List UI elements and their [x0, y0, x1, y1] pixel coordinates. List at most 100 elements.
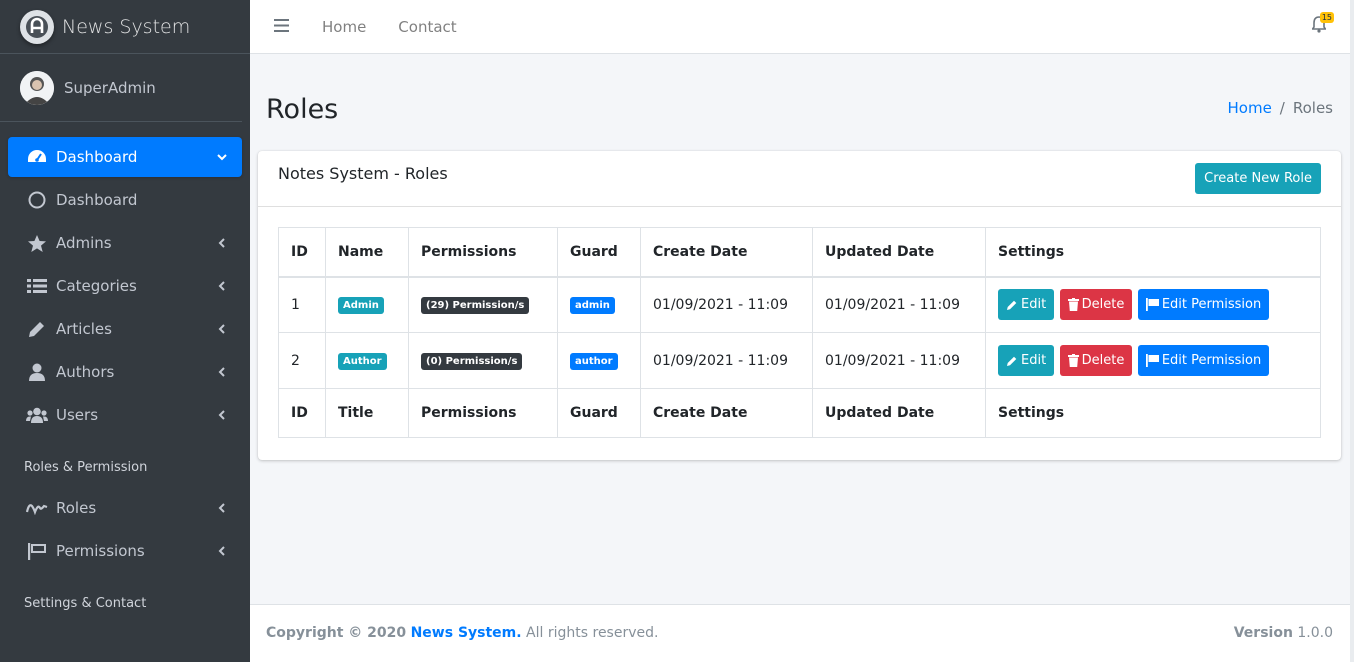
user-name: SuperAdmin: [64, 78, 156, 97]
topnav-contact-link[interactable]: Contact: [398, 18, 456, 36]
sidebar-item-label: Authors: [56, 363, 115, 381]
cell-id: 1: [278, 276, 326, 333]
topbar: Home Contact 15: [250, 0, 1354, 54]
chevron-down-icon: [216, 149, 228, 167]
create-new-role-button[interactable]: Create New Role: [1195, 163, 1321, 194]
flag-icon: [26, 540, 48, 562]
edit-permission-button-label: Edit Permission: [1161, 353, 1262, 368]
card-header: Notes System - Roles Create New Role: [258, 151, 1341, 207]
hamburger-menu-icon[interactable]: [274, 18, 290, 36]
cell-name: Author: [325, 332, 409, 389]
users-icon: [26, 404, 48, 426]
avatar: [20, 70, 54, 105]
guard-badge: admin: [570, 296, 615, 314]
table-row: 1 Admin (29) Permission/s admin 01/09/20…: [278, 276, 1321, 333]
sidebar: News System SuperAdmin Dashboard Dashboa…: [0, 0, 250, 662]
permissions-count-badge[interactable]: (29) Permission/s: [421, 296, 530, 314]
edit-permission-button[interactable]: Edit Permission: [1137, 289, 1270, 321]
sidebar-item-categories[interactable]: Categories: [8, 266, 242, 306]
edit-permission-button-label: Edit Permission: [1161, 297, 1262, 313]
trash-icon: [1067, 298, 1079, 312]
breadcrumb-current: Roles: [1292, 99, 1333, 117]
table-row: 2 Author (0) Permission/s author 01/09/2…: [278, 332, 1321, 389]
chevron-left-icon: [216, 500, 228, 518]
breadcrumb-home-link[interactable]: Home: [1228, 99, 1272, 117]
table-footer-row: ID Title Permissions Guard Create Date U…: [278, 388, 1321, 438]
column-footer: ID: [278, 388, 326, 438]
chevron-left-icon: [216, 543, 228, 561]
column-header: Settings: [985, 227, 1321, 278]
version-label: Version: [1233, 625, 1293, 641]
main-footer: Copyright © 2020 News System. All rights…: [250, 604, 1354, 662]
sidebar-item-permissions[interactable]: Permissions: [8, 531, 242, 571]
pencil-icon: [1007, 356, 1017, 366]
cell-name: Admin: [325, 276, 409, 333]
sidebar-item-users[interactable]: Users: [8, 395, 242, 435]
sidebar-item-admins[interactable]: Admins: [8, 223, 242, 263]
delete-button-label: Delete: [1081, 353, 1125, 368]
column-footer: Create Date: [640, 388, 813, 438]
chevron-left-icon: [216, 364, 228, 382]
version-info: Version 1.0.0: [1234, 625, 1333, 641]
chevron-left-icon: [216, 321, 228, 339]
brand-link[interactable]: News System: [0, 0, 250, 54]
column-footer: Guard: [557, 388, 641, 438]
guard-badge: author: [570, 352, 618, 370]
brand-name: News System: [62, 15, 191, 38]
column-header: ID: [278, 227, 326, 278]
permissions-count-badge[interactable]: (0) Permission/s: [421, 352, 523, 370]
pencil-icon: [1007, 300, 1017, 310]
page-scrollbar[interactable]: [1350, 0, 1354, 662]
roles-table: ID Name Permissions Guard Create Date Up…: [278, 227, 1321, 438]
edit-button[interactable]: Edit: [998, 345, 1055, 376]
column-footer: Title: [325, 388, 409, 438]
star-icon: [26, 232, 48, 254]
notifications-button[interactable]: 15: [1310, 12, 1334, 37]
cell-permissions: (29) Permission/s: [408, 276, 558, 333]
sidebar-item-label: Users: [56, 406, 99, 424]
cell-updated: 01/09/2021 - 11:09: [812, 332, 986, 389]
list-icon: [26, 275, 48, 297]
card-title: Notes System - Roles: [278, 164, 448, 183]
pencil-icon: [26, 318, 48, 340]
role-name-badge: Author: [338, 352, 387, 370]
edit-button[interactable]: Edit: [998, 289, 1055, 321]
column-footer: Updated Date: [812, 388, 986, 438]
edit-permission-button[interactable]: Edit Permission: [1137, 345, 1270, 376]
chevron-left-icon: [216, 235, 228, 253]
notification-count-badge: 15: [1319, 12, 1334, 23]
roles-card: Notes System - Roles Create New Role ID …: [258, 151, 1341, 460]
chevron-left-icon: [216, 278, 228, 296]
cell-updated: 01/09/2021 - 11:09: [812, 276, 986, 333]
breadcrumb-separator: /: [1279, 99, 1285, 117]
edit-button-label: Edit: [1021, 353, 1047, 368]
sidebar-item-label: Permissions: [56, 542, 145, 560]
version-number: 1.0.0: [1297, 625, 1333, 641]
nav-header-settings: Settings & Contact: [24, 596, 147, 611]
sidebar-item-roles[interactable]: Roles: [8, 488, 242, 528]
sidebar-item-dashboard[interactable]: Dashboard: [8, 180, 242, 220]
sidebar-item-label: Dashboard: [56, 148, 138, 166]
sidebar-item-articles[interactable]: Articles: [8, 309, 242, 349]
brand-logo-icon: [20, 9, 54, 44]
breadcrumb: Home / Roles: [1228, 99, 1334, 117]
sidebar-item-label: Admins: [56, 234, 112, 252]
flag-icon: [1145, 298, 1159, 312]
column-footer: Settings: [985, 388, 1321, 438]
page-title: Roles: [266, 94, 339, 125]
rights-text: All rights reserved.: [526, 625, 659, 641]
sidebar-item-dashboard-group[interactable]: Dashboard: [8, 137, 242, 177]
delete-button[interactable]: Delete: [1059, 345, 1133, 376]
sidebar-item-label: Categories: [56, 277, 137, 295]
user-icon: [26, 361, 48, 383]
sidebar-item-label: Articles: [56, 320, 112, 338]
topnav-home-link[interactable]: Home: [322, 18, 366, 36]
sidebar-item-authors[interactable]: Authors: [8, 352, 242, 392]
delete-button[interactable]: Delete: [1059, 289, 1133, 321]
column-header: Guard: [557, 227, 641, 278]
copyright-text: Copyright © 2020: [266, 625, 407, 641]
copyright: Copyright © 2020 News System. All rights…: [266, 625, 658, 641]
user-panel[interactable]: SuperAdmin: [0, 54, 242, 122]
footer-brand-link[interactable]: News System.: [411, 625, 522, 641]
flag-icon: [1145, 354, 1159, 367]
